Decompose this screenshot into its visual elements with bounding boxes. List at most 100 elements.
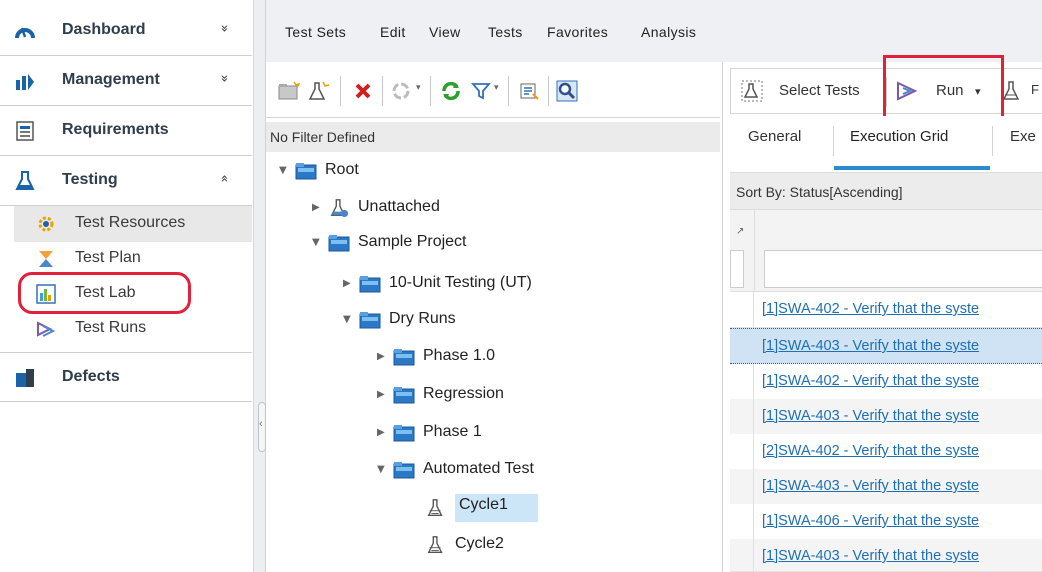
folder-icon (393, 387, 415, 404)
delete-button[interactable] (350, 78, 376, 104)
expand-toggle[interactable]: ▶ (377, 351, 385, 362)
folder-icon (295, 163, 317, 180)
table-row[interactable]: [1]SWA-403 - Verify that the syste (730, 469, 1042, 505)
menu-analysis[interactable]: Analysis (641, 24, 696, 40)
expand-toggle[interactable]: ▶ (377, 427, 385, 438)
grid-filter-cell[interactable] (730, 250, 744, 288)
overflow-label: F (1031, 82, 1039, 97)
dropdown-arrow-icon[interactable]: ▾ (416, 82, 421, 93)
table-row[interactable]: [1]SWA-403 - Verify that the syste (730, 539, 1042, 572)
filter-funnel-icon (471, 83, 491, 100)
tree-node-label: Phase 1.0 (423, 347, 496, 364)
nav-section-dashboard[interactable]: Dashboard » (0, 6, 252, 56)
collapse-handle[interactable]: ‹ (258, 402, 266, 452)
panel-splitter[interactable] (254, 0, 266, 572)
test-runs-icon (37, 321, 56, 337)
test-instance-link[interactable]: [1]SWA-402 - Verify that the syste (762, 301, 979, 317)
expand-toggle[interactable]: ▼ (279, 165, 287, 176)
delete-x-icon (355, 83, 371, 99)
test-instance-link[interactable]: [1]SWA-403 - Verify that the syste (762, 478, 979, 494)
table-row[interactable]: [1]SWA-403 - Verify that the syste (730, 328, 1042, 364)
tree-node-label: 10-Unit Testing (UT) (389, 274, 532, 291)
folder-icon (359, 312, 381, 329)
select-tests-button[interactable]: Select Tests (779, 82, 860, 99)
table-row[interactable]: [1]SWA-406 - Verify that the syste (730, 504, 1042, 540)
select-tests-icon[interactable] (741, 80, 763, 102)
grid-header: ↗ (730, 210, 1042, 292)
test-instance-link[interactable]: [1]SWA-402 - Verify that the syste (762, 373, 979, 389)
folder-icon (359, 276, 381, 293)
menu-view[interactable]: View (429, 24, 461, 40)
folder-icon (328, 235, 350, 252)
expand-toggle[interactable]: ▼ (377, 464, 385, 475)
chevron-down-icon[interactable]: » (216, 75, 231, 83)
refresh-button[interactable] (438, 78, 464, 104)
management-bars-icon (16, 74, 34, 90)
nav-section-label: Management (62, 71, 160, 88)
nav-item-test-runs[interactable]: Test Runs (14, 311, 252, 347)
find-button[interactable] (554, 78, 580, 104)
test-instance-link[interactable]: [1]SWA-406 - Verify that the syste (762, 513, 979, 529)
grid-filter-input[interactable] (764, 250, 1042, 288)
test-instance-link[interactable]: [1]SWA-403 - Verify that the syste (762, 408, 979, 424)
nav-section-defects[interactable]: Defects (0, 352, 252, 402)
table-row[interactable]: [2]SWA-402 - Verify that the syste (730, 434, 1042, 470)
chevron-down-icon[interactable]: » (216, 25, 231, 33)
chevron-up-icon[interactable]: « (216, 175, 231, 183)
test-instance-link[interactable]: [1]SWA-403 - Verify that the syste (762, 338, 979, 354)
table-row[interactable]: [1]SWA-402 - Verify that the syste (730, 292, 1042, 328)
tab-execution-grid[interactable]: Execution Grid (850, 128, 948, 145)
test-instance-link[interactable]: [1]SWA-403 - Verify that the syste (762, 548, 979, 564)
tree-node-label: Dry Runs (389, 310, 456, 327)
menu-favorites[interactable]: Favorites (547, 24, 608, 40)
filter-status-bar: No Filter Defined (266, 122, 720, 152)
filter-button[interactable] (468, 78, 494, 104)
nav-section-label: Dashboard (62, 21, 146, 38)
tree-node-label: Unattached (358, 198, 440, 215)
new-test-set-button[interactable] (306, 78, 332, 104)
folder-icon (393, 349, 415, 366)
test-set-flask-icon (427, 499, 443, 516)
nav-section-requirements[interactable]: Requirements (0, 106, 252, 156)
expand-toggle[interactable]: ▶ (312, 202, 320, 213)
tab-general[interactable]: General (748, 128, 801, 145)
expand-toggle[interactable]: ▶ (343, 278, 351, 289)
menu-edit[interactable]: Edit (380, 24, 406, 40)
reset-button[interactable] (388, 78, 414, 104)
test-lab-highlight-annotation (18, 272, 191, 314)
active-tab-indicator (834, 166, 990, 170)
nav-section-management[interactable]: Management » (0, 56, 252, 106)
folder-icon (393, 425, 415, 442)
menu-bar: Test Sets Edit View Tests Favorites Anal… (266, 0, 1042, 62)
nav-section-label: Testing (62, 171, 118, 188)
tree-node-label: Phase 1 (423, 423, 482, 440)
tab-execution-flow[interactable]: Exe (1010, 128, 1036, 145)
folder-icon (393, 462, 415, 479)
test-plan-icon (39, 251, 53, 267)
table-row[interactable]: [1]SWA-402 - Verify that the syste (730, 364, 1042, 400)
new-folder-button[interactable] (276, 78, 302, 104)
nav-item-label: Test Runs (75, 319, 147, 336)
test-set-flask-icon[interactable] (1001, 80, 1023, 102)
expand-toggle[interactable]: ▼ (343, 314, 351, 325)
test-resources-gear-icon (38, 216, 54, 232)
table-row[interactable]: [1]SWA-403 - Verify that the syste (730, 399, 1042, 435)
expand-toggle[interactable]: ▶ (377, 389, 385, 400)
tree-node-label: Cycle1 (455, 494, 538, 522)
sort-bar: Sort By: Status[Ascending] (730, 172, 1042, 210)
expand-toggle[interactable]: ▼ (312, 237, 320, 248)
sort-arrow-icon[interactable]: ↗ (736, 226, 744, 237)
new-test-set-icon (308, 81, 330, 100)
dropdown-arrow-icon[interactable]: ▾ (494, 82, 499, 93)
test-instance-link[interactable]: [2]SWA-402 - Verify that the syste (762, 443, 979, 459)
nav-section-testing[interactable]: Testing « (0, 156, 252, 206)
tree-node-label: Sample Project (358, 233, 467, 250)
tree-node-label: Cycle2 (455, 535, 504, 552)
menu-tests[interactable]: Tests (488, 24, 523, 40)
nav-section-label: Defects (62, 368, 120, 385)
menu-test-sets[interactable]: Test Sets (285, 24, 346, 40)
nav-item-test-resources[interactable]: Test Resources (14, 206, 252, 242)
properties-button[interactable] (516, 78, 542, 104)
tree-node-label: Automated Test (423, 460, 534, 477)
requirements-doc-icon (16, 121, 34, 141)
